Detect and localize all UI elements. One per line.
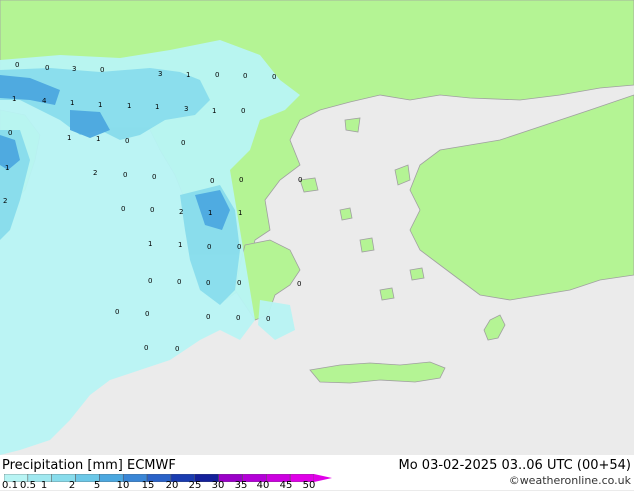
precip-value-label: 0 [237,243,241,251]
precip-value-label: 0 [145,310,149,318]
precip-value-label: 1 [238,209,242,217]
precip-value-label: 0 [152,173,156,181]
precip-value-label: 1 [70,99,74,107]
scale-tick-label: 5 [93,480,101,491]
scale-tick-label: 15 [141,480,155,491]
precip-value-label: 0 [243,72,247,80]
precip-value-label: 0 [150,206,154,214]
precip-value-label: 0 [175,345,179,353]
precip-value-label: 1 [96,135,100,143]
precip-value-label: 1 [208,209,212,217]
precip-value-label: 1 [178,241,182,249]
run-info: Mo 03-02-2025 03..06 UTC (00+54) [398,458,632,473]
precip-value-label: 0 [241,107,245,115]
precip-value-label: 1 [12,95,16,103]
scale-tick-label: 35 [234,480,248,491]
scale-tick-label: 20 [165,480,179,491]
scale-tick-label: 2 [68,480,76,491]
credit-link[interactable]: ©weatheronline.co.uk [509,474,631,487]
precip-value-label: 0 [15,61,19,69]
precip-value-label: 0 [298,176,302,184]
precip-value-label: 0 [206,279,210,287]
precip-value-label: 0 [123,171,127,179]
precip-value-label: 1 [148,240,152,248]
precip-value-label: 0 [8,129,12,137]
precip-value-label: 1 [186,71,190,79]
scale-tick-label: 25 [188,480,202,491]
precip-value-label: 0 [266,315,270,323]
precip-value-label: 3 [184,105,188,113]
precip-value-label: 0 [297,280,301,288]
precip-value-label: 0 [115,308,119,316]
precip-value-label: 1 [212,107,216,115]
precip-value-label: 0 [206,313,210,321]
precip-value-label: 0 [236,314,240,322]
precip-value-label: 1 [127,102,131,110]
footer: Precipitation [mm] ECMWF Mo 03-02-2025 0… [0,455,634,491]
precip-value-label: 0 [45,64,49,72]
scale-tick-label: 40 [256,480,270,491]
scale-tick-label: 45 [279,480,293,491]
precip-value-label: 2 [93,169,97,177]
scale-tick-label: 50 [302,480,316,491]
map-title: Precipitation [mm] ECMWF [2,458,176,473]
precip-value-label: 0 [181,139,185,147]
precip-value-label: 0 [237,279,241,287]
scale-tick-label: 10 [116,480,130,491]
precip-value-label: 0 [125,137,129,145]
precip-value-label: 1 [67,134,71,142]
precip-value-label: 1 [98,101,102,109]
precip-value-label: 3 [158,70,162,78]
precip-value-label: 1 [5,164,9,172]
precip-value-label: 0 [100,66,104,74]
precip-value-label: 0 [148,277,152,285]
precip-value-label: 1 [155,103,159,111]
precip-value-label: 4 [42,97,47,105]
precipitation-map: 0 0 3 0 3 1 0 0 0 1 4 1 1 1 1 0 3 1 0 1 1 0 1 2 0 0 0 0 0 0 2 2 1 0 0 1 1 0 1 0… [0,0,634,455]
precip-value-label: 0 [272,73,276,81]
precip-value-label: 0 [121,205,125,213]
precip-value-label: 0 [207,243,211,251]
scale-tick-label: 30 [211,480,225,491]
precip-value-label: 0 [144,344,148,352]
precip-value-label: 2 [3,197,7,205]
precip-value-label: 0 [210,177,214,185]
scale-tick-label: 1 [40,480,48,491]
scale-tick-label: 0.1 [2,480,18,491]
precip-value-label: 0 [239,176,243,184]
precip-value-label: 0 [215,71,219,79]
precip-value-label: 0 [177,278,181,286]
scale-tick-label: 0.5 [20,480,36,491]
precip-value-label: 2 [179,208,183,216]
scale-ticks: 0.1 0.5 1 2 5 10 15 20 25 30 35 40 45 50 [0,480,340,491]
precip-value-label: 3 [72,65,76,73]
